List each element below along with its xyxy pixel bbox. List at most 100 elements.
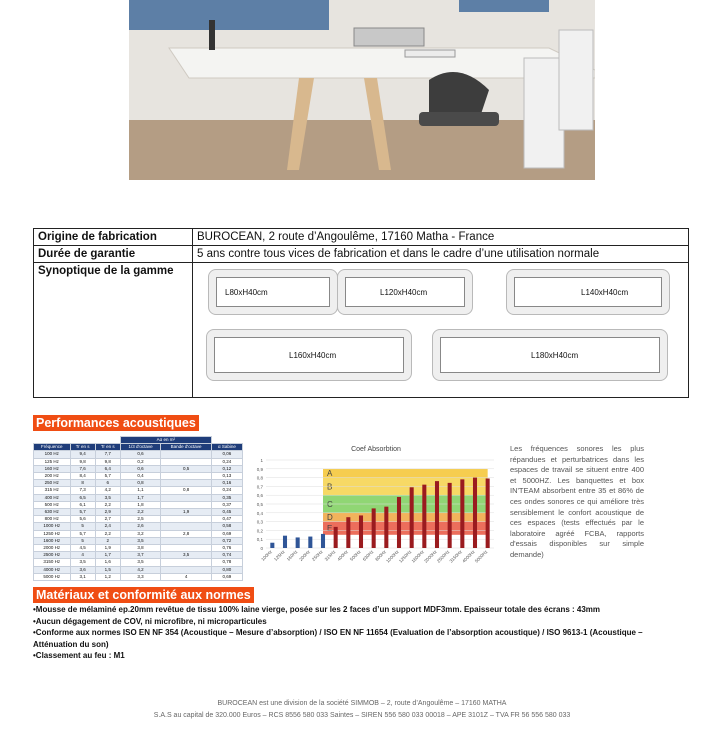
- x-tick-label: 400Hz: [336, 549, 349, 562]
- table-row: 2000 Hz 4,5 1,9 3,8 0,76: [33, 544, 244, 553]
- table-cell: 2,7: [94, 515, 121, 524]
- table-cell: 0,78: [210, 558, 244, 567]
- table-row: 1600 Hz 5 2 3,5 0,72: [33, 536, 244, 546]
- table-cell: 3150 Hz: [33, 558, 71, 567]
- row-label: Durée de garantie: [34, 246, 193, 262]
- table-cell: 9,8: [94, 457, 121, 466]
- table-row: 315 Hz 7,3 4,2 1,1 0,8 0,24: [33, 486, 244, 495]
- table-cell: 0,8: [160, 486, 212, 495]
- table-row: 1250 Hz 5,7 2,2 3,2 2,8 0,69: [33, 529, 244, 538]
- table-cell: [160, 500, 212, 510]
- table-row: 800 Hz 5,6 2,7 2,5 0,47: [33, 515, 244, 524]
- table-cell: 5,7: [69, 508, 96, 517]
- table-header: Fréquence: [33, 443, 71, 452]
- materials-list: •Mousse de mélaminé ep.20mm revêtue de t…: [33, 604, 683, 662]
- table-cell: 1,9: [94, 544, 121, 553]
- table-cell: 800 Hz: [33, 515, 71, 524]
- bench-size-label: L120xH40cm: [345, 277, 465, 307]
- table-row: 400 Hz 6,5 3,5 1,7 0,35: [33, 493, 244, 502]
- table-cell: 160 Hz: [33, 464, 71, 474]
- table-cell: 0,6: [119, 450, 162, 459]
- table-row: 125 Hz 9,8 9,8 0,2 0,24: [33, 457, 244, 466]
- table-header: 1/3 d'octave: [119, 443, 162, 452]
- table-cell: 250 Hz: [33, 479, 71, 488]
- table-header: Tr en s: [94, 443, 121, 452]
- table-cell: 5000 Hz: [33, 572, 71, 582]
- table-cell: 500 Hz: [33, 500, 71, 510]
- table-row: 500 Hz 6,1 2,2 1,8 0,37: [33, 500, 244, 510]
- table-cell: [160, 472, 212, 481]
- table-cell: 0,47: [210, 515, 244, 524]
- spec-table: Origine de fabrication BUROCEAN, 2 route…: [33, 228, 689, 398]
- y-tick-label: 1: [260, 458, 263, 463]
- table-cell: 5,7: [94, 472, 121, 481]
- bar: [485, 478, 490, 548]
- bench-size-card: L180xH40cm: [432, 329, 668, 381]
- table-row: 4000 Hz 3,6 1,5 4,2 0,80: [33, 565, 244, 574]
- x-tick-label: 160Hz: [286, 549, 299, 562]
- product-photo: [129, 0, 595, 180]
- table-cell: [160, 544, 212, 553]
- table-cell: 8,4: [69, 472, 96, 481]
- table-cell: 3,2: [119, 529, 162, 538]
- table-cell: 5: [69, 536, 96, 546]
- table-cell: 0,24: [210, 457, 244, 466]
- bench-size-card: L120xH40cm: [337, 269, 473, 315]
- table-cell: 5,6: [69, 515, 96, 524]
- bar: [333, 526, 338, 548]
- table-cell: 2,8: [160, 529, 212, 538]
- bar: [308, 536, 313, 548]
- bar: [346, 517, 351, 548]
- table-row: Durée de garantie 5 ans contre tous vice…: [34, 246, 688, 263]
- table-cell: 1,7: [94, 551, 121, 560]
- y-tick-label: 0,2: [257, 528, 264, 533]
- table-cell: 1600 Hz: [33, 536, 71, 546]
- table-cell: 3,6: [69, 565, 96, 574]
- section-title-acoustics: Performances acoustiques: [33, 415, 199, 431]
- table-cell: [160, 457, 212, 466]
- absorption-class-label: E: [327, 524, 332, 533]
- table-cell: [160, 536, 212, 546]
- bench-size-card: L80xH40cm: [208, 269, 338, 315]
- table-header: Tr en s: [69, 443, 96, 452]
- y-tick-label: 0: [260, 546, 263, 551]
- x-tick-label: 200Hz: [298, 549, 311, 562]
- y-tick-label: 0,7: [257, 484, 264, 489]
- table-cell: 2,6: [119, 522, 162, 531]
- footer-company-line: BUROCEAN est une division de la société …: [217, 700, 507, 707]
- bar: [409, 487, 414, 548]
- group-header: Aα en m²: [119, 435, 212, 445]
- bar: [422, 484, 427, 548]
- table-row: 100 Hz 9,4 7,7 0,6 0,06: [33, 450, 244, 459]
- y-tick-label: 0,4: [257, 511, 264, 516]
- table-cell: 9,8: [69, 457, 96, 466]
- table-row: 1000 Hz 5 2,4 2,6 0,58: [33, 522, 244, 531]
- absorption-chart: Coef Absorbtion ABCDE 0 0,1 0,2 0,3 0,4 0,5 0,6 0…: [257, 446, 494, 564]
- table-cell: 5: [69, 522, 96, 531]
- table-cell: 1,1: [119, 486, 162, 495]
- table-cell: 3,5: [160, 551, 212, 560]
- table-cell: 1250 Hz: [33, 529, 71, 538]
- table-cell: 4: [69, 551, 96, 560]
- bench-size-label: L180xH40cm: [440, 337, 660, 373]
- table-cell: 3,8: [119, 544, 162, 553]
- table-cell: 0,69: [210, 572, 244, 582]
- table-row: 5000 Hz 3,1 1,2 3,3 4 0,69: [33, 572, 244, 582]
- table-cell: 630 Hz: [33, 508, 71, 517]
- bar: [396, 496, 402, 548]
- table-cell: 2,5: [119, 515, 162, 524]
- table-cell: 0,45: [210, 508, 244, 517]
- table-cell: 400 Hz: [33, 493, 71, 502]
- table-cell: 0,58: [210, 522, 244, 531]
- x-tick-label: 250Hz: [311, 549, 324, 562]
- y-tick-label: 0,9: [257, 467, 264, 472]
- table-cell: 3,5: [69, 558, 96, 567]
- acoustics-description: Les fréquences sonores les plus répandue…: [510, 444, 644, 559]
- table-cell: 0,24: [210, 486, 244, 495]
- absorption-class-label: A: [327, 469, 333, 478]
- y-tick-label: 0,3: [257, 520, 264, 525]
- table-cell: 2,2: [94, 500, 121, 510]
- table-cell: [160, 450, 212, 459]
- bench-size-card: L160xH40cm: [206, 329, 412, 381]
- table-cell: 3,5: [119, 558, 162, 567]
